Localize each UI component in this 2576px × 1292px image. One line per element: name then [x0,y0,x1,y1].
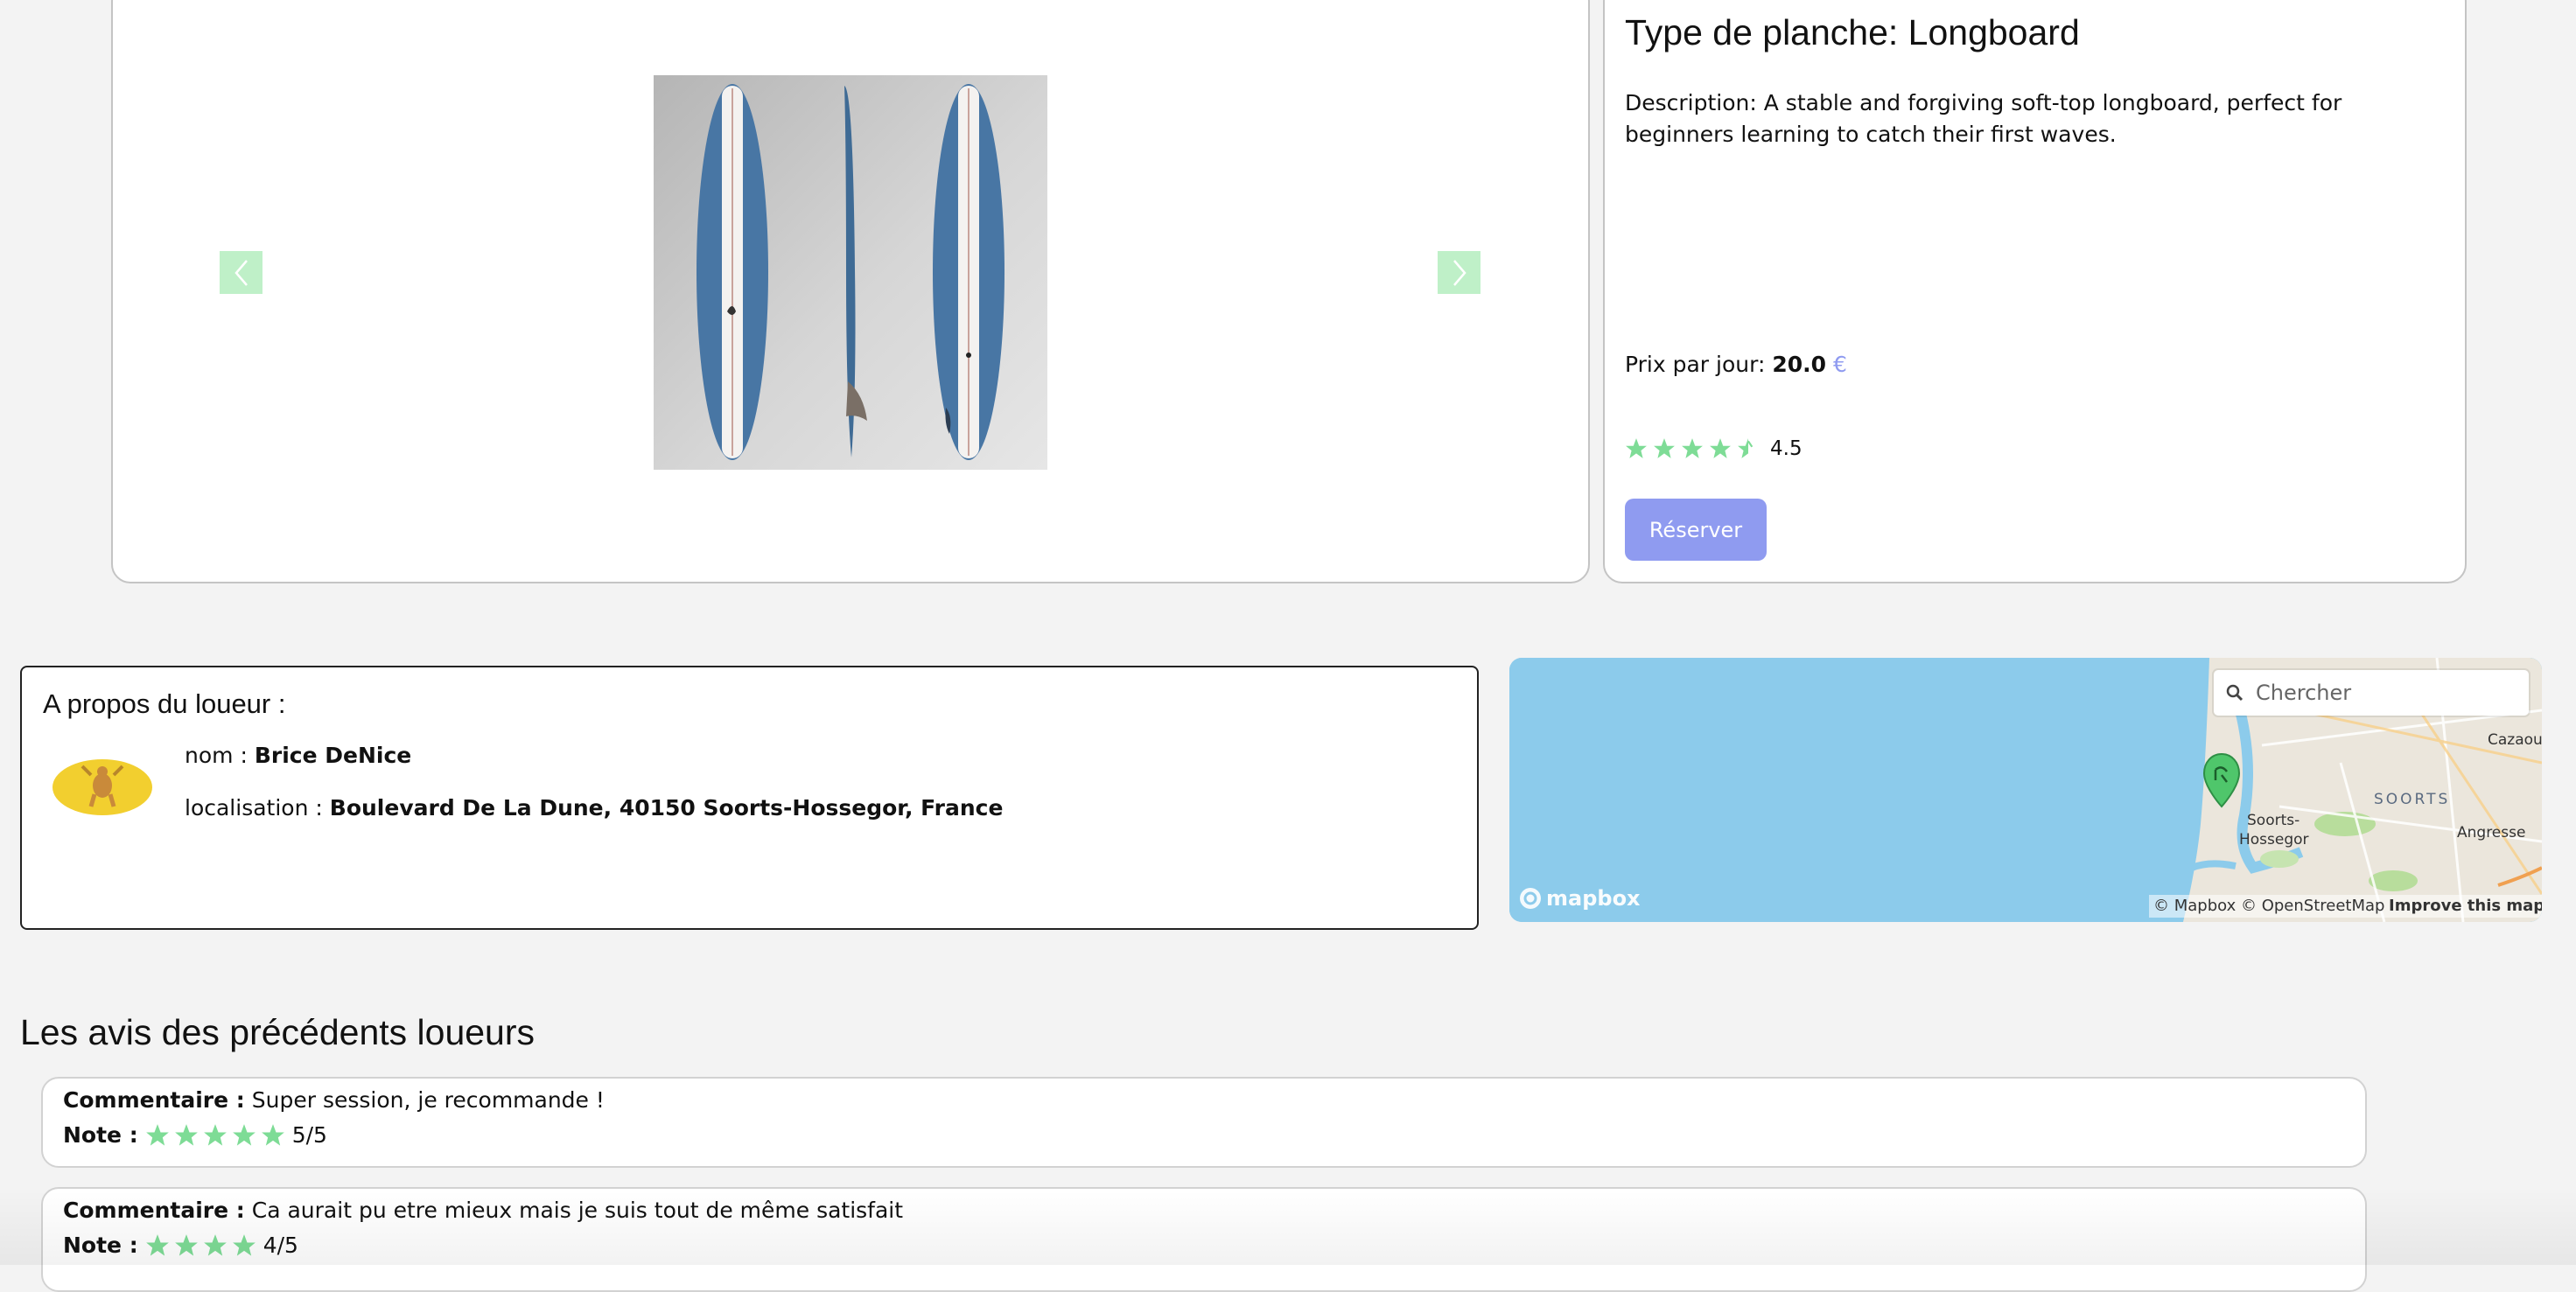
price-line: Prix par jour: 20.0 € [1625,352,1847,377]
owner-name-value: Brice DeNice [254,743,412,768]
product-description: Description: A stable and forgiving soft… [1625,90,2342,147]
note-label: Note : [63,1122,138,1148]
review-card: Commentaire : Ca aurait pu etre mieux ma… [41,1187,2367,1292]
review-comment: Commentaire : Super session, je recomman… [63,1087,605,1113]
comment-label: Commentaire : [63,1087,245,1113]
map-label: SOORTS [2374,791,2451,808]
star-icon [145,1123,169,1146]
location-map[interactable]: Chercher SOORTS Soorts- Hossegor Angress… [1509,658,2542,922]
mapbox-logo-text: mapbox [1546,886,1641,911]
avatar [52,759,152,815]
reserve-button[interactable]: Réserver [1625,499,1767,561]
star-icon [1654,438,1675,458]
review-stars [145,1123,285,1148]
star-icon [203,1123,227,1146]
star-icon [261,1123,284,1146]
map-label: Cazaoun [2488,731,2542,749]
star-icon [232,1233,256,1256]
review-card: Commentaire : Super session, je recomman… [41,1077,2367,1168]
note-value: 4/5 [262,1233,298,1258]
reviews-title: Les avis des précédents loueurs [20,1012,536,1052]
map-label: Angresse [2457,824,2526,842]
currency-symbol: € [1832,352,1847,377]
map-label: Soorts- [2247,812,2300,829]
star-icon [145,1233,169,1256]
note-label: Note : [63,1233,138,1258]
star-icon [1626,438,1647,458]
owner-name: nom : Brice DeNice [185,743,411,768]
owner-location: localisation : Boulevard De La Dune, 401… [185,795,1003,821]
review-stars [145,1233,256,1258]
product-rating: 4.5 [1625,437,1802,460]
product-title: Type de planche: Longboard [1625,12,2080,52]
owner-location-value: Boulevard De La Dune, 40150 Soorts-Hosse… [329,795,1004,821]
star-icon [1682,438,1703,458]
star-icon [203,1233,227,1256]
map-label: Hossegor [2239,831,2309,849]
star-icon [174,1233,198,1256]
map-search-input[interactable]: Chercher [2256,681,2351,705]
surfboard-image [654,75,1047,470]
star-icon [232,1123,256,1146]
owner-location-label: localisation : [185,795,323,821]
review-comment: Commentaire : Ca aurait pu etre mieux ma… [63,1198,903,1223]
rating-value: 4.5 [1770,437,1802,460]
carousel-next-button[interactable] [1438,251,1480,294]
search-icon [2226,684,2244,702]
chevron-left-icon [234,259,248,286]
comment-text: Ca aurait pu etre mieux mais je suis tou… [251,1198,904,1223]
review-note: Note : 4/5 [63,1233,298,1258]
star-icon [1710,438,1731,458]
owner-name-label: nom : [185,743,248,768]
comment-label: Commentaire : [63,1198,245,1223]
owner-title: A propos du loueur : [43,688,286,719]
mapbox-logo[interactable]: mapbox [1518,886,1641,911]
star-icon [174,1123,198,1146]
carousel-prev-button[interactable] [220,251,262,294]
map-attribution[interactable]: © Mapbox © OpenStreetMap [2153,897,2384,915]
price-value: 20.0 [1772,352,1827,377]
price-label: Prix par jour: [1625,352,1766,377]
chevron-right-icon [1452,259,1466,286]
half-star-icon [1738,438,1754,458]
review-note: Note : 5/5 [63,1122,327,1148]
comment-text: Super session, je recommande ! [251,1087,605,1113]
note-value: 5/5 [291,1122,327,1148]
mapbox-logo-icon [1520,888,1541,909]
improve-map-link[interactable]: Improve this map [2389,897,2542,915]
map-marker-icon[interactable] [2202,752,2241,812]
map-search-box[interactable]: Chercher [2214,670,2529,716]
